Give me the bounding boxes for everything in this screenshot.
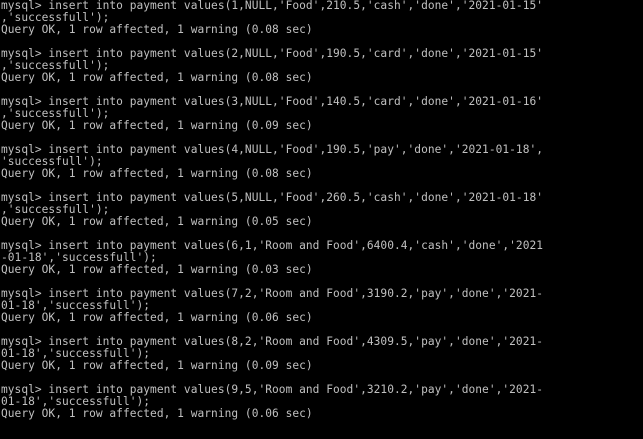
query-result: Query OK, 1 row affected, 1 warning (0.0… <box>1 71 313 84</box>
statement-block-7: mysql> insert into payment values(7,2,'R… <box>1 288 633 336</box>
query-result: Query OK, 1 row affected, 1 warning (0.0… <box>1 167 313 180</box>
query-result: Query OK, 1 row affected, 1 warning (0.0… <box>1 23 313 36</box>
statement-block-1: mysql> insert into payment values(1,NULL… <box>1 0 633 48</box>
statement-block-6: mysql> insert into payment values(6,1,'R… <box>1 240 633 288</box>
statement-block-2: mysql> insert into payment values(2,NULL… <box>1 48 633 96</box>
query-result: Query OK, 1 row affected, 1 warning (0.0… <box>1 119 313 132</box>
query-result: Query OK, 1 row affected, 1 warning (0.0… <box>1 215 313 228</box>
query-result: Query OK, 1 row affected, 1 warning (0.0… <box>1 407 313 420</box>
statement-block-4: mysql> insert into payment values(4,NULL… <box>1 144 633 192</box>
statement-block-5: mysql> insert into payment values(5,NULL… <box>1 192 633 240</box>
query-result: Query OK, 1 row affected, 1 warning (0.0… <box>1 359 313 372</box>
query-result: Query OK, 1 row affected, 1 warning (0.0… <box>1 311 313 324</box>
terminal-window[interactable]: mysql> insert into payment values(1,NULL… <box>0 0 643 439</box>
statement-block-9: mysql> insert into payment values(9,5,'R… <box>1 384 633 420</box>
statement-block-8: mysql> insert into payment values(8,2,'R… <box>1 336 633 384</box>
terminal-output: mysql> insert into payment values(1,NULL… <box>1 0 633 420</box>
query-result: Query OK, 1 row affected, 1 warning (0.0… <box>1 263 313 276</box>
statement-block-3: mysql> insert into payment values(3,NULL… <box>1 96 633 144</box>
vertical-scrollbar[interactable] <box>634 0 643 439</box>
